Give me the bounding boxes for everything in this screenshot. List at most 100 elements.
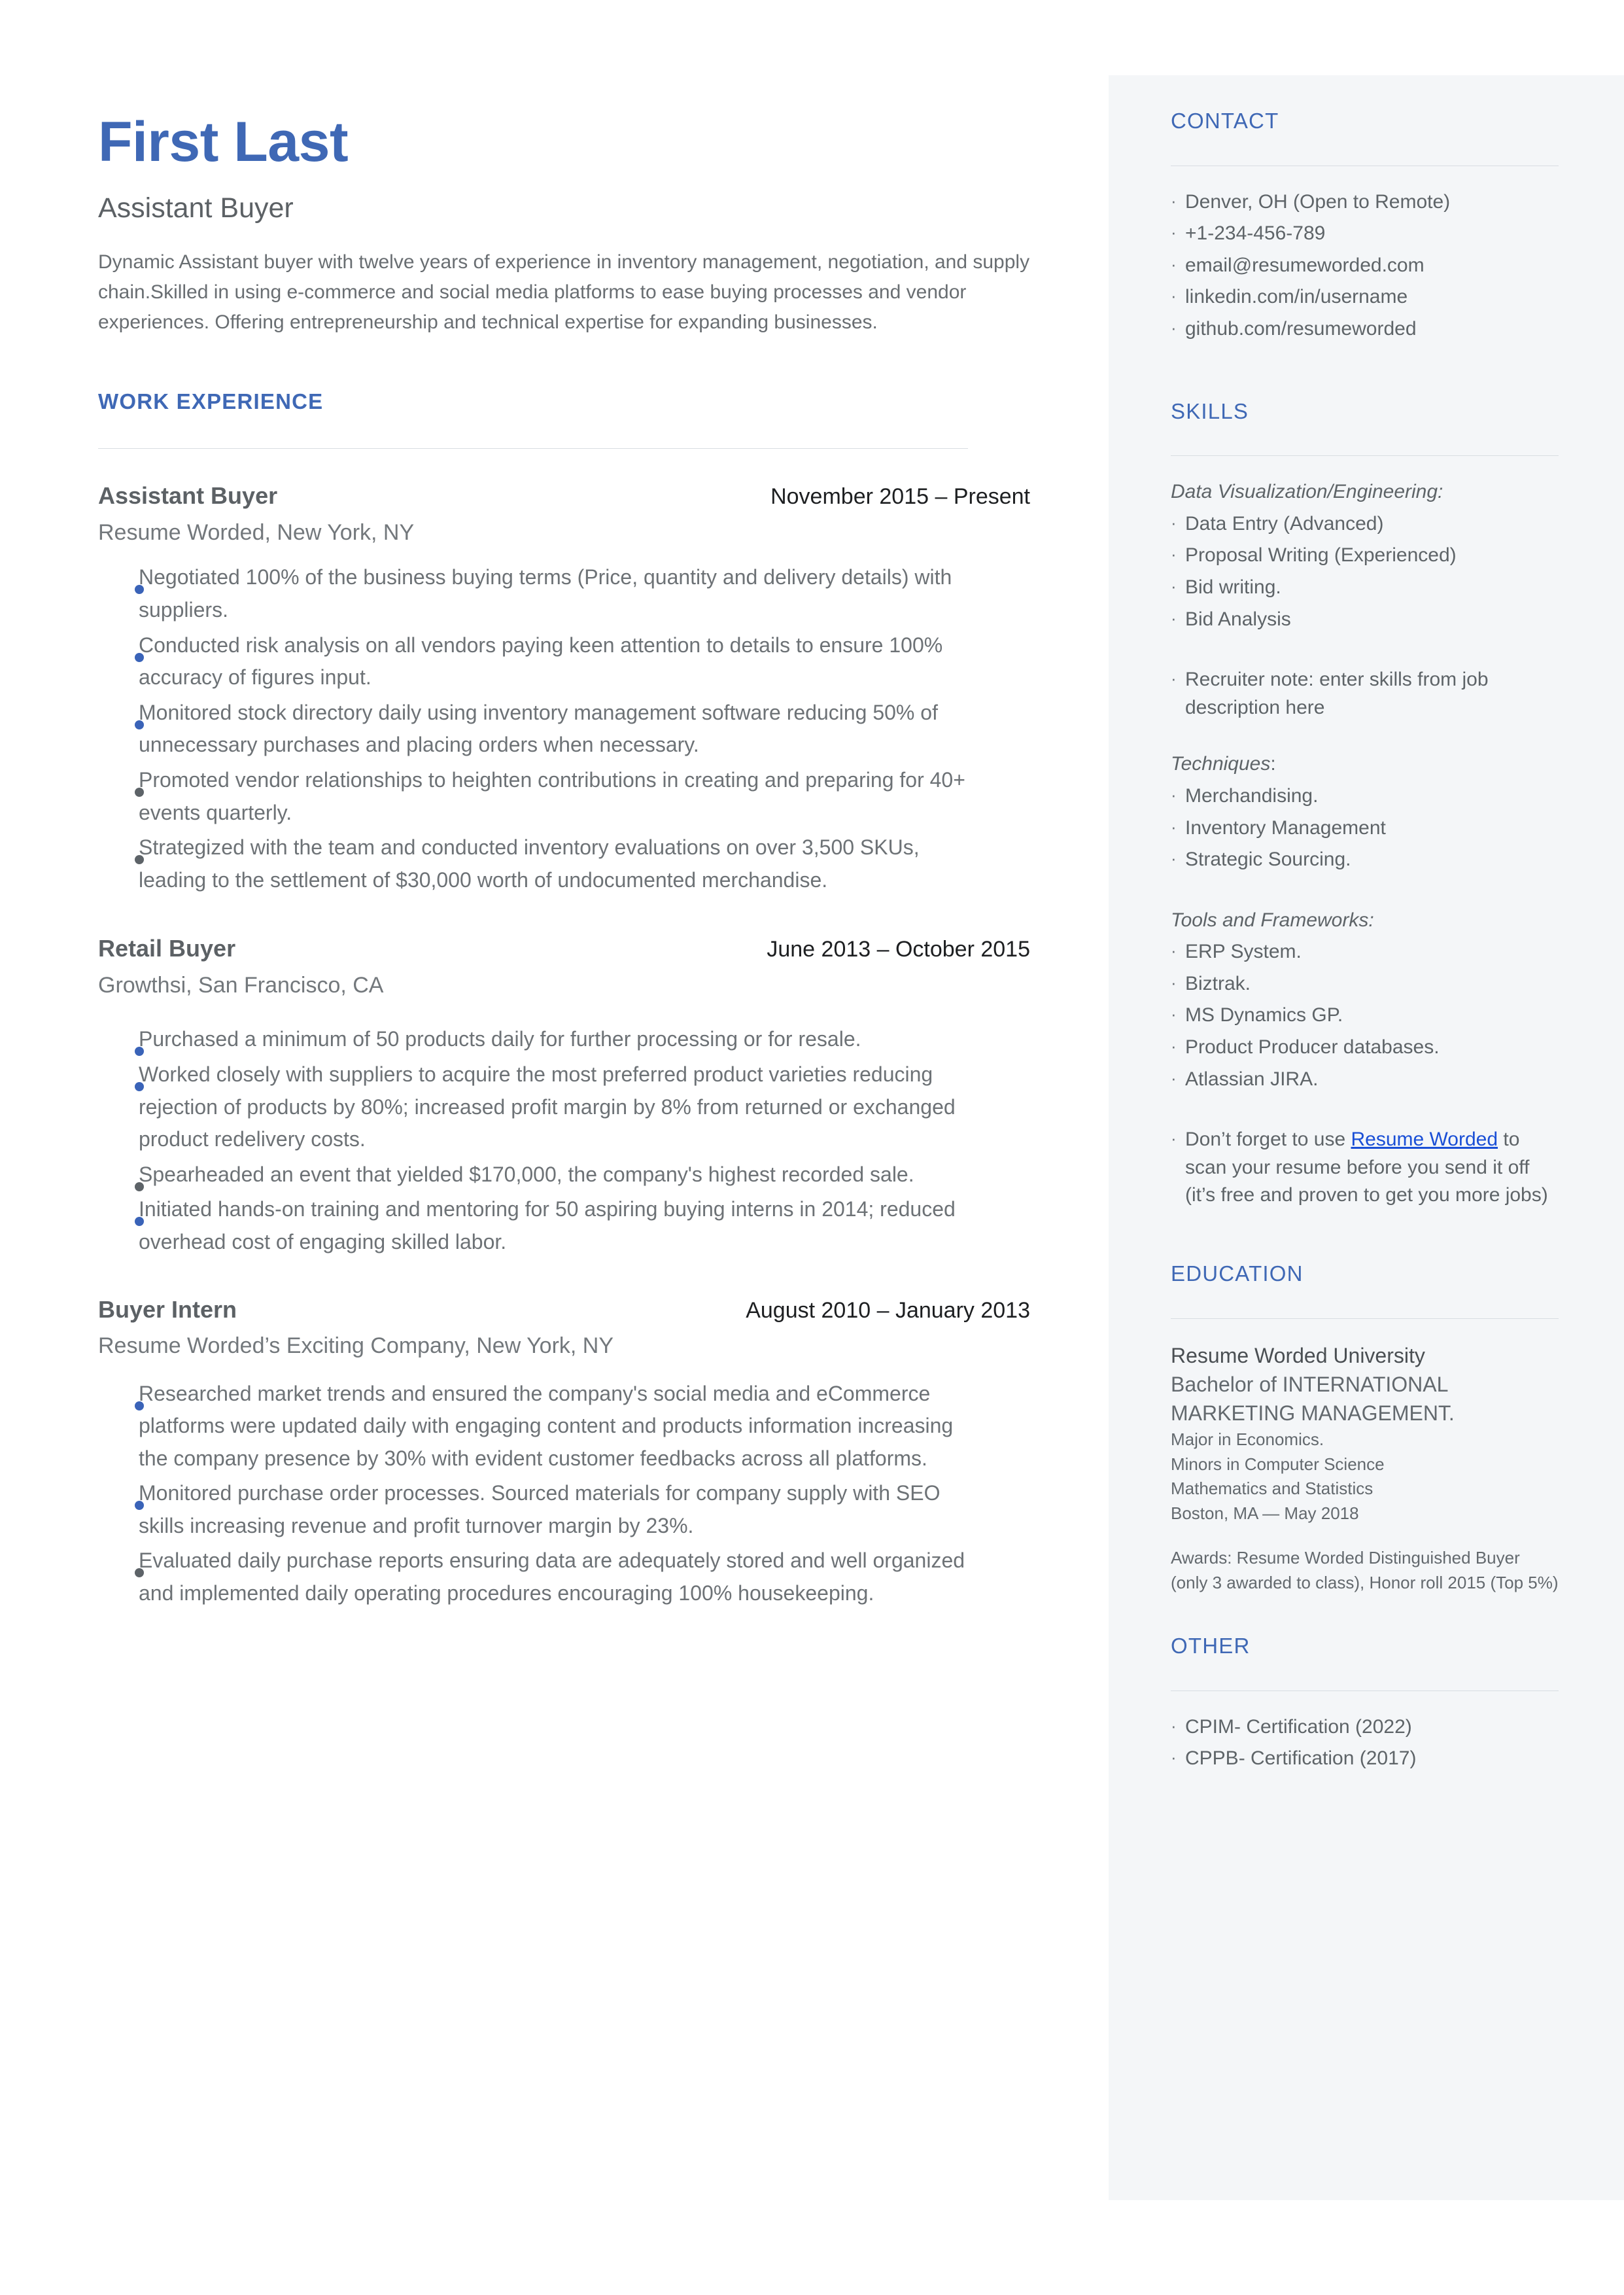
- contact-item-location: · Denver, OH (Open to Remote): [1171, 188, 1559, 217]
- bullet-dot-icon: ·: [1171, 222, 1177, 243]
- job-entry: Buyer Intern August 2010 – January 2013 …: [98, 1295, 1066, 1610]
- job-bullet-text: Negotiated 100% of the business buying t…: [139, 565, 952, 622]
- skill-item: · Strategic Sourcing.: [1171, 846, 1559, 874]
- skill-item: · Bid writing.: [1171, 574, 1559, 602]
- certification-text: CPIM- Certification (2022): [1185, 1715, 1412, 1738]
- job-organization: Resume Worded, New York, NY: [98, 520, 415, 546]
- bullet-dot-icon: [98, 1477, 144, 1511]
- contact-phone-text[interactable]: +1-234-456-789: [1185, 220, 1559, 248]
- recruiter-note-text: Recruiter note: enter skills from job de…: [1185, 669, 1489, 718]
- contact-github-text[interactable]: github.com/resumeworded: [1185, 315, 1559, 343]
- job-dates: August 2010 – January 2013: [746, 1297, 1030, 1323]
- job-bullet-list: Purchased a minimum of 50 products daily…: [98, 1023, 1066, 1258]
- skill-item: · Atlassian JIRA.: [1171, 1066, 1559, 1094]
- bullet-dot-icon: ·: [1171, 941, 1177, 961]
- bullet-dot-icon: ·: [1171, 544, 1177, 565]
- bullet-dot-icon: ·: [1171, 784, 1177, 805]
- candidate-title: Assistant Buyer: [98, 192, 294, 224]
- bullet-dot-icon: ·: [1171, 190, 1177, 211]
- skills-group-list-data-visualization: · Data Entry (Advanced) · Proposal Writing…: [1171, 510, 1559, 633]
- sidebar-section-education: EDUCATION Resume Worded University Bache…: [1171, 1261, 1559, 1595]
- skill-item: · Bid Analysis: [1171, 606, 1559, 634]
- contact-item-linkedin: · linkedin.com/in/username: [1171, 283, 1559, 311]
- professional-summary: Dynamic Assistant buyer with twelve year…: [98, 251, 1030, 333]
- sidebar-section-contact: CONTACT · Denver, OH (Open to Remote) · +1…: [1171, 108, 1559, 343]
- skills-group-title-tools: Tools and Frameworks:: [1171, 909, 1374, 931]
- job-bullet: Monitored purchase order processes. Sour…: [98, 1477, 1066, 1542]
- bullet-dot-icon: [98, 832, 144, 865]
- skill-text: Strategic Sourcing.: [1185, 849, 1351, 871]
- job-bullet-text: Initiated hands-on training and mentorin…: [139, 1197, 956, 1253]
- job-organization: Growthsi, San Francisco, CA: [98, 973, 384, 998]
- job-bullet: Negotiated 100% of the business buying t…: [98, 561, 1066, 626]
- contact-item-github: · github.com/resumeworded: [1171, 315, 1559, 343]
- contact-linkedin-text[interactable]: linkedin.com/in/username: [1185, 283, 1559, 311]
- sidebar-section-other: OTHER · CPIM- Certification (2022) · CPPB-…: [1171, 1633, 1559, 1773]
- certification-text: CPPB- Certification (2017): [1185, 1747, 1417, 1770]
- bullet-dot-icon: [98, 1545, 144, 1578]
- education-school: Resume Worded University: [1171, 1343, 1425, 1367]
- education-awards: Awards: Resume Worded Distinguished Buye…: [1171, 1547, 1559, 1592]
- skill-text: Bid writing.: [1185, 576, 1281, 598]
- job-position: Retail Buyer: [98, 935, 236, 962]
- contact-email-text[interactable]: email@resumeworded.com: [1185, 252, 1559, 280]
- section-heading-skills: SKILLS: [1171, 398, 1249, 423]
- bullet-dot-icon: ·: [1171, 512, 1177, 533]
- bullet-dot-icon: [98, 561, 144, 595]
- sidebar: CONTACT · Denver, OH (Open to Remote) · +1…: [1109, 75, 1624, 2200]
- bullet-dot-icon: ·: [1171, 669, 1177, 689]
- education-location-date: Boston, MA — May 2018: [1171, 1503, 1359, 1524]
- skill-text: ERP System.: [1185, 941, 1302, 963]
- job-bullet: Promoted vendor relationships to heighte…: [98, 764, 1066, 829]
- sidebar-section-skills: SKILLS Data Visualization/Engineering: ·…: [1171, 398, 1559, 1210]
- section-heading-education: EDUCATION: [1171, 1261, 1304, 1286]
- job-header-row: Retail Buyer June 2013 – October 2015: [98, 934, 1030, 963]
- job-bullet: Researched market trends and ensured the…: [98, 1378, 1066, 1475]
- bullet-dot-icon: ·: [1171, 816, 1177, 837]
- skill-item: · Merchandising.: [1171, 782, 1559, 811]
- bullet-dot-icon: ·: [1171, 1036, 1177, 1057]
- job-bullet-text: Strategized with the team and conducted …: [139, 835, 920, 892]
- education-major: Major in Economics.: [1171, 1429, 1324, 1450]
- job-bullet-text: Monitored stock directory daily using in…: [139, 700, 938, 757]
- promo-prefix: Don’t forget to use: [1185, 1129, 1351, 1151]
- job-bullet: Spearheaded an event that yielded $170,0…: [98, 1159, 1066, 1191]
- skills-group-list-tools: · ERP System. · Biztrak. · MS Dynamics GP. …: [1171, 938, 1559, 1093]
- skill-item: · MS Dynamics GP.: [1171, 1002, 1559, 1030]
- bullet-dot-icon: ·: [1171, 576, 1177, 596]
- promo-text: Don’t forget to use Resume Worded to sca…: [1185, 1126, 1559, 1210]
- bullet-dot-icon: [98, 764, 144, 797]
- skill-item: · ERP System.: [1171, 938, 1559, 966]
- job-header-row: Assistant Buyer November 2015 – Present: [98, 482, 1030, 510]
- job-bullet: Initiated hands-on training and mentorin…: [98, 1193, 1066, 1258]
- bullet-dot-icon: [98, 1023, 144, 1057]
- certification-item: · CPPB- Certification (2017): [1171, 1745, 1559, 1773]
- skills-group-list-techniques: · Merchandising. · Inventory Management · S…: [1171, 782, 1559, 874]
- resume-worded-promo: · Don’t forget to use Resume Worded to sc…: [1171, 1126, 1559, 1210]
- recruiter-note: · Recruiter note: enter skills from job d…: [1171, 666, 1559, 722]
- job-dates: November 2015 – Present: [770, 484, 1030, 510]
- bullet-dot-icon: [98, 1059, 144, 1091]
- bullet-dot-icon: [98, 697, 144, 729]
- candidate-name: First Last: [98, 111, 349, 173]
- education-minor-line-2: Mathematics and Statistics: [1171, 1479, 1373, 1499]
- resume-page: First Last Assistant Buyer Dynamic Assis…: [0, 0, 1624, 2295]
- contact-location-text: Denver, OH (Open to Remote): [1185, 190, 1451, 213]
- resume-worded-link[interactable]: Resume Worded: [1351, 1129, 1498, 1150]
- other-list: · CPIM- Certification (2022) · CPPB- Certi…: [1171, 1713, 1559, 1773]
- bullet-dot-icon: [98, 629, 144, 662]
- bullet-dot-icon: ·: [1171, 1129, 1177, 1149]
- job-bullet-text: Worked closely with suppliers to acquire…: [139, 1062, 956, 1151]
- bullet-dot-icon: [98, 1193, 144, 1227]
- section-heading-contact: CONTACT: [1171, 109, 1279, 133]
- skill-text: Biztrak.: [1185, 972, 1251, 994]
- job-header-row: Buyer Intern August 2010 – January 2013: [98, 1295, 1030, 1324]
- skills-divider: [1171, 455, 1559, 457]
- skill-text: Bid Analysis: [1185, 608, 1291, 630]
- contact-item-phone: · +1-234-456-789: [1171, 220, 1559, 248]
- skills-group-title-data-visualization: Data Visualization/Engineering:: [1171, 481, 1443, 503]
- skill-item: · Inventory Management: [1171, 815, 1559, 843]
